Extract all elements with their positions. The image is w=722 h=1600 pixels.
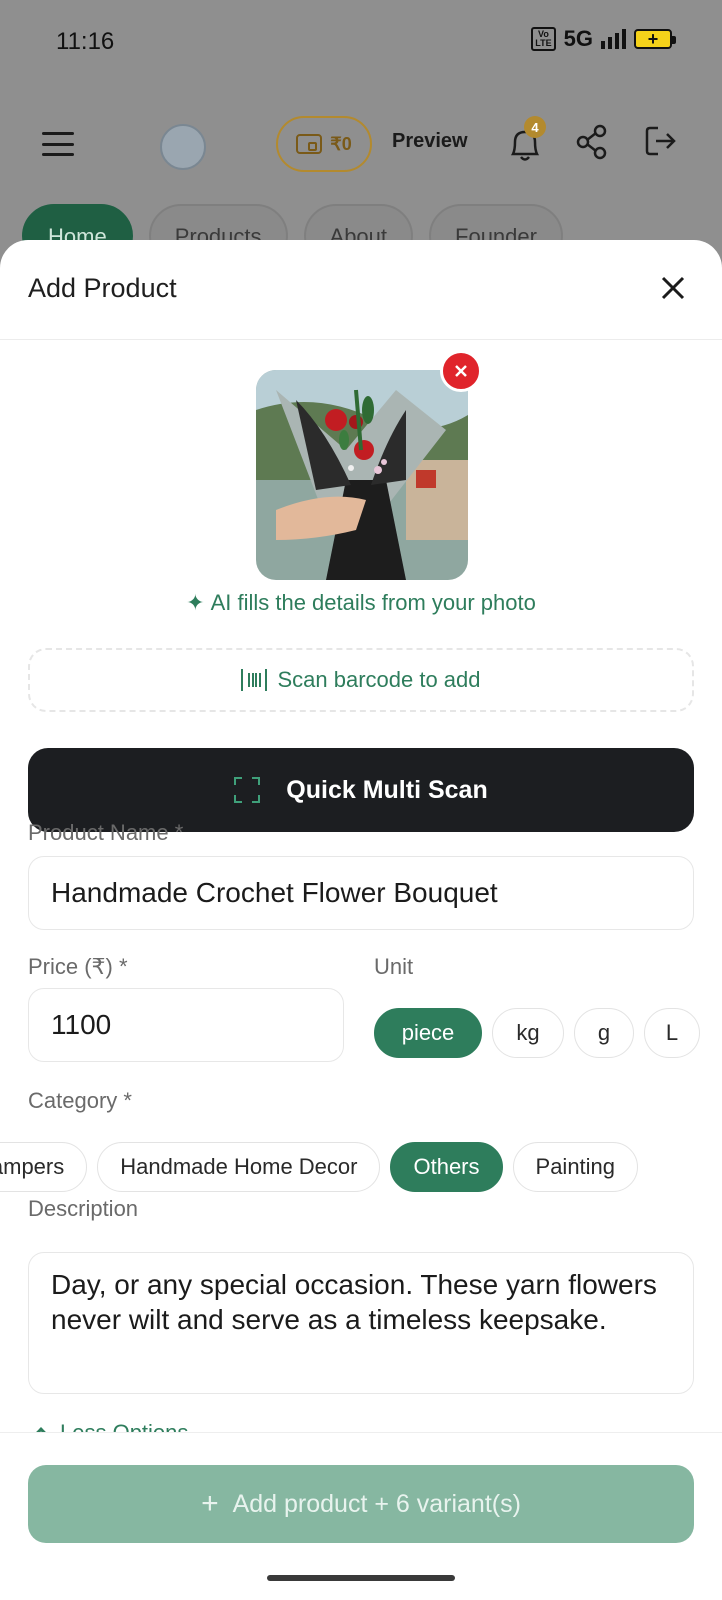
status-time: 11:16 — [56, 28, 115, 55]
price-input[interactable]: 1100 — [28, 988, 344, 1062]
volte-icon: Vo LTE — [531, 27, 556, 51]
scan-barcode-label: Scan barcode to add — [277, 667, 481, 692]
unit-label: Unit — [374, 954, 414, 979]
home-indicator[interactable] — [267, 1575, 455, 1581]
category-chip-others[interactable]: Others — [390, 1142, 503, 1192]
wallet-amount: ₹0 — [330, 133, 352, 154]
product-photo[interactable] — [256, 370, 468, 580]
add-product-button[interactable]: + Add product + 6 variant(s) — [28, 1465, 694, 1543]
status-icons: Vo LTE 5G + — [531, 26, 676, 52]
status-bar: 11:16 Vo LTE 5G + — [0, 0, 722, 84]
wallet-icon — [296, 134, 323, 154]
product-name-label: Product Name * — [28, 820, 184, 845]
plus-icon: + — [201, 1487, 219, 1520]
barcode-icon — [241, 669, 268, 691]
unit-chip-kg[interactable]: kg — [492, 1008, 564, 1058]
preview-button[interactable]: Preview — [392, 130, 468, 153]
sheet-header: Add Product — [0, 240, 722, 340]
unit-selector: piece kg g L — [374, 1008, 700, 1058]
unit-chip-g[interactable]: g — [574, 1008, 634, 1058]
signal-icon — [601, 29, 626, 49]
sheet-footer: + Add product + 6 variant(s) — [0, 1432, 722, 1600]
share-icon[interactable] — [576, 124, 608, 160]
logout-icon[interactable] — [644, 124, 678, 158]
ai-hint: ✦ AI fills the details from your photo — [186, 590, 536, 615]
wallet-button[interactable]: ₹0 — [276, 116, 372, 172]
close-icon — [455, 365, 467, 377]
notification-badge: 4 — [524, 116, 546, 138]
network-type: 5G — [563, 26, 593, 51]
close-icon[interactable] — [655, 270, 691, 306]
menu-icon[interactable] — [42, 132, 74, 156]
unit-chip-piece[interactable]: piece — [374, 1008, 482, 1058]
sheet-title: Add Product — [28, 273, 177, 303]
price-label: Price (₹) * — [28, 954, 128, 979]
scan-barcode-button[interactable]: Scan barcode to add — [28, 648, 694, 712]
category-chip-handmade-home-decor[interactable]: Handmade Home Decor — [97, 1142, 381, 1192]
remove-photo-button[interactable] — [440, 350, 482, 392]
app-bar: ₹0 Preview 4 — [0, 110, 722, 180]
battery-icon: + — [634, 29, 676, 49]
unit-chip-l[interactable]: L — [644, 1008, 700, 1058]
scan-frame-icon — [234, 777, 261, 803]
category-chip-hampers[interactable]: Hampers — [0, 1142, 88, 1192]
description-textarea[interactable]: Day, or any special occasion. These yarn… — [28, 1252, 694, 1394]
quick-scan-label: Quick Multi Scan — [286, 775, 488, 804]
product-name-input[interactable]: Handmade Crochet Flower Bouquet — [28, 856, 694, 930]
sparkle-icon: ✦ — [186, 590, 205, 615]
category-chip-painting[interactable]: Painting — [512, 1142, 639, 1192]
category-label: Category * — [28, 1088, 132, 1113]
add-product-sheet: Add Product ✦ AI fills the details from … — [0, 240, 722, 1600]
brand-logo — [160, 124, 206, 170]
description-label: Description — [28, 1196, 139, 1221]
category-selector[interactable]: Hampers Handmade Home Decor Others Paint… — [0, 1142, 694, 1192]
add-product-label: Add product + 6 variant(s) — [232, 1489, 521, 1518]
